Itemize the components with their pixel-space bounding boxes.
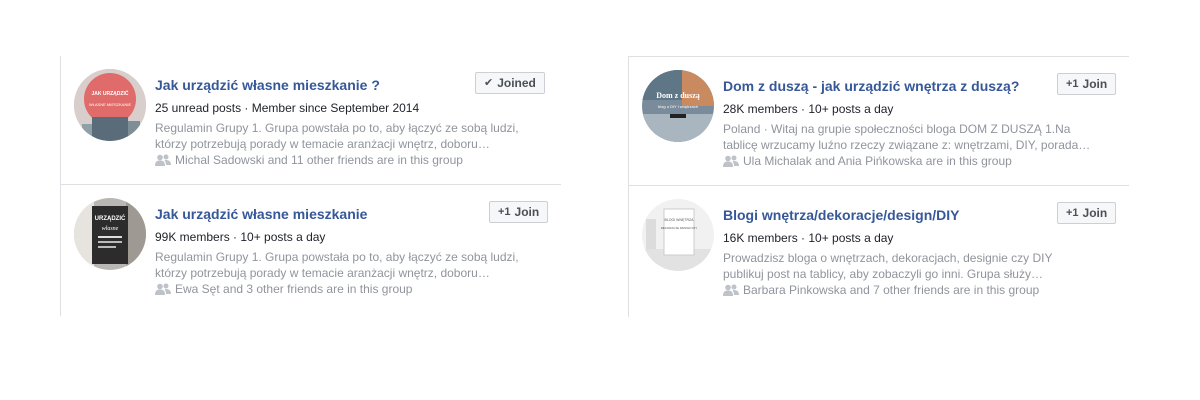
joined-button[interactable]: ✔ Joined	[475, 72, 545, 94]
friends-icon	[723, 284, 739, 296]
check-icon: ✔	[484, 77, 494, 89]
group-description-line: Regulamin Grupy 1. Grupa powstała po to,…	[155, 250, 519, 264]
group-friends: Ewa Sęt and 3 other friends are in this …	[155, 282, 412, 296]
group-description-line: tablicę wrzucamy luźno rzeczy związane z…	[723, 138, 1091, 152]
friends-icon	[155, 283, 171, 295]
group-friends: Barbara Pinkowska and 7 other friends ar…	[723, 283, 1039, 297]
avatar-text: BLOGI WNĘTRZA	[665, 218, 695, 222]
joined-button-label: Joined	[497, 76, 536, 90]
group-avatar[interactable]: BLOGI WNĘTRZA DEKORACJE DESIGN DIY	[642, 199, 714, 271]
group-description: Prowadzisz bloga o wnętrzach, dekoracjac…	[723, 250, 1108, 282]
join-button[interactable]: +1 Join	[1057, 73, 1117, 95]
group-friends-text: Michal Sadowski and 11 other friends are…	[175, 153, 463, 167]
plus-one-icon: +1	[1066, 207, 1079, 219]
group-friends: Ula Michalak and Ania Pińkowska are in t…	[723, 154, 1012, 168]
group-avatar[interactable]: URZĄDZIĆ własne	[74, 198, 146, 270]
right-column: Dom z duszą blog o DIY i wnętrzach Dom z…	[628, 56, 1129, 317]
group-card: JAK URZĄDZIĆ WŁASNE MIESZKANIE Jak urząd…	[61, 56, 561, 185]
avatar-text: WŁASNE MIESZKANIE	[89, 102, 132, 107]
group-meta: 16K members · 10+ posts a day	[723, 231, 894, 245]
plus-one-icon: +1	[498, 206, 511, 218]
plus-one-icon: +1	[1066, 78, 1079, 90]
group-description-line: Poland · Witaj na grupie społeczności bl…	[723, 122, 1071, 136]
group-friends: Michal Sadowski and 11 other friends are…	[155, 153, 463, 167]
friends-icon	[155, 154, 171, 166]
avatar-text: DEKORACJE DESIGN DIY	[661, 226, 698, 230]
group-friends-text: Ula Michalak and Ania Pińkowska are in t…	[743, 154, 1012, 168]
group-avatar-image: JAK URZĄDZIĆ WŁASNE MIESZKANIE	[74, 69, 146, 141]
group-card: Dom z duszą blog o DIY i wnętrzach Dom z…	[629, 57, 1129, 186]
group-title-link[interactable]: Dom z duszą - jak urządzić wnętrza z dus…	[723, 78, 1019, 94]
group-title-link[interactable]: Blogi wnętrza/dekoracje/design/DIY	[723, 207, 960, 223]
group-description-line: którzy potrzebują porady w temacie aranż…	[155, 137, 490, 151]
join-button-label: Join	[1082, 206, 1108, 220]
group-card: URZĄDZIĆ własne Jak urządzić własne mies…	[61, 185, 561, 314]
join-button-label: Join	[1082, 77, 1108, 91]
group-description: Regulamin Grupy 1. Grupa powstała po to,…	[155, 120, 540, 152]
join-button-label: Join	[514, 205, 540, 219]
group-title-link[interactable]: Jak urządzić własne mieszkanie	[155, 206, 367, 222]
group-description: Poland · Witaj na grupie społeczności bl…	[723, 121, 1108, 153]
left-column: JAK URZĄDZIĆ WŁASNE MIESZKANIE Jak urząd…	[60, 56, 561, 316]
avatar-text: Dom z duszą	[656, 91, 700, 100]
group-description-line: Regulamin Grupy 1. Grupa powstała po to,…	[155, 121, 519, 135]
avatar-text: blog o DIY i wnętrzach	[658, 104, 698, 109]
group-avatar[interactable]: Dom z duszą blog o DIY i wnętrzach	[642, 70, 714, 142]
friends-icon	[723, 155, 739, 167]
group-friends-text: Barbara Pinkowska and 7 other friends ar…	[743, 283, 1040, 297]
group-avatar-image: Dom z duszą blog o DIY i wnętrzach	[642, 70, 714, 142]
group-avatar-image: BLOGI WNĘTRZA DEKORACJE DESIGN DIY	[642, 199, 714, 271]
avatar-text: URZĄDZIĆ	[95, 214, 126, 222]
group-avatar[interactable]: JAK URZĄDZIĆ WŁASNE MIESZKANIE	[74, 69, 146, 141]
group-meta: 25 unread posts · Member since September…	[155, 101, 420, 115]
avatar-text: własne	[102, 226, 119, 232]
group-description: Regulamin Grupy 1. Grupa powstała po to,…	[155, 249, 540, 281]
group-description-line: publikuj post na tablicy, aby zobaczyli …	[723, 267, 1043, 281]
avatar-text: JAK URZĄDZIĆ	[92, 89, 129, 97]
group-meta: 28K members · 10+ posts a day	[723, 102, 894, 116]
group-description-line: którzy potrzebują porady w temacie aranż…	[155, 266, 490, 280]
join-button[interactable]: +1 Join	[1057, 202, 1117, 224]
join-button[interactable]: +1 Join	[489, 201, 549, 223]
group-card: BLOGI WNĘTRZA DEKORACJE DESIGN DIY Blogi…	[629, 186, 1129, 315]
group-meta: 99K members · 10+ posts a day	[155, 230, 326, 244]
group-friends-text: Ewa Sęt and 3 other friends are in this …	[175, 282, 413, 296]
group-avatar-image: URZĄDZIĆ własne	[74, 198, 146, 270]
group-title-link[interactable]: Jak urządzić własne mieszkanie ?	[155, 77, 380, 93]
group-description-line: Prowadzisz bloga o wnętrzach, dekoracjac…	[723, 251, 1053, 265]
